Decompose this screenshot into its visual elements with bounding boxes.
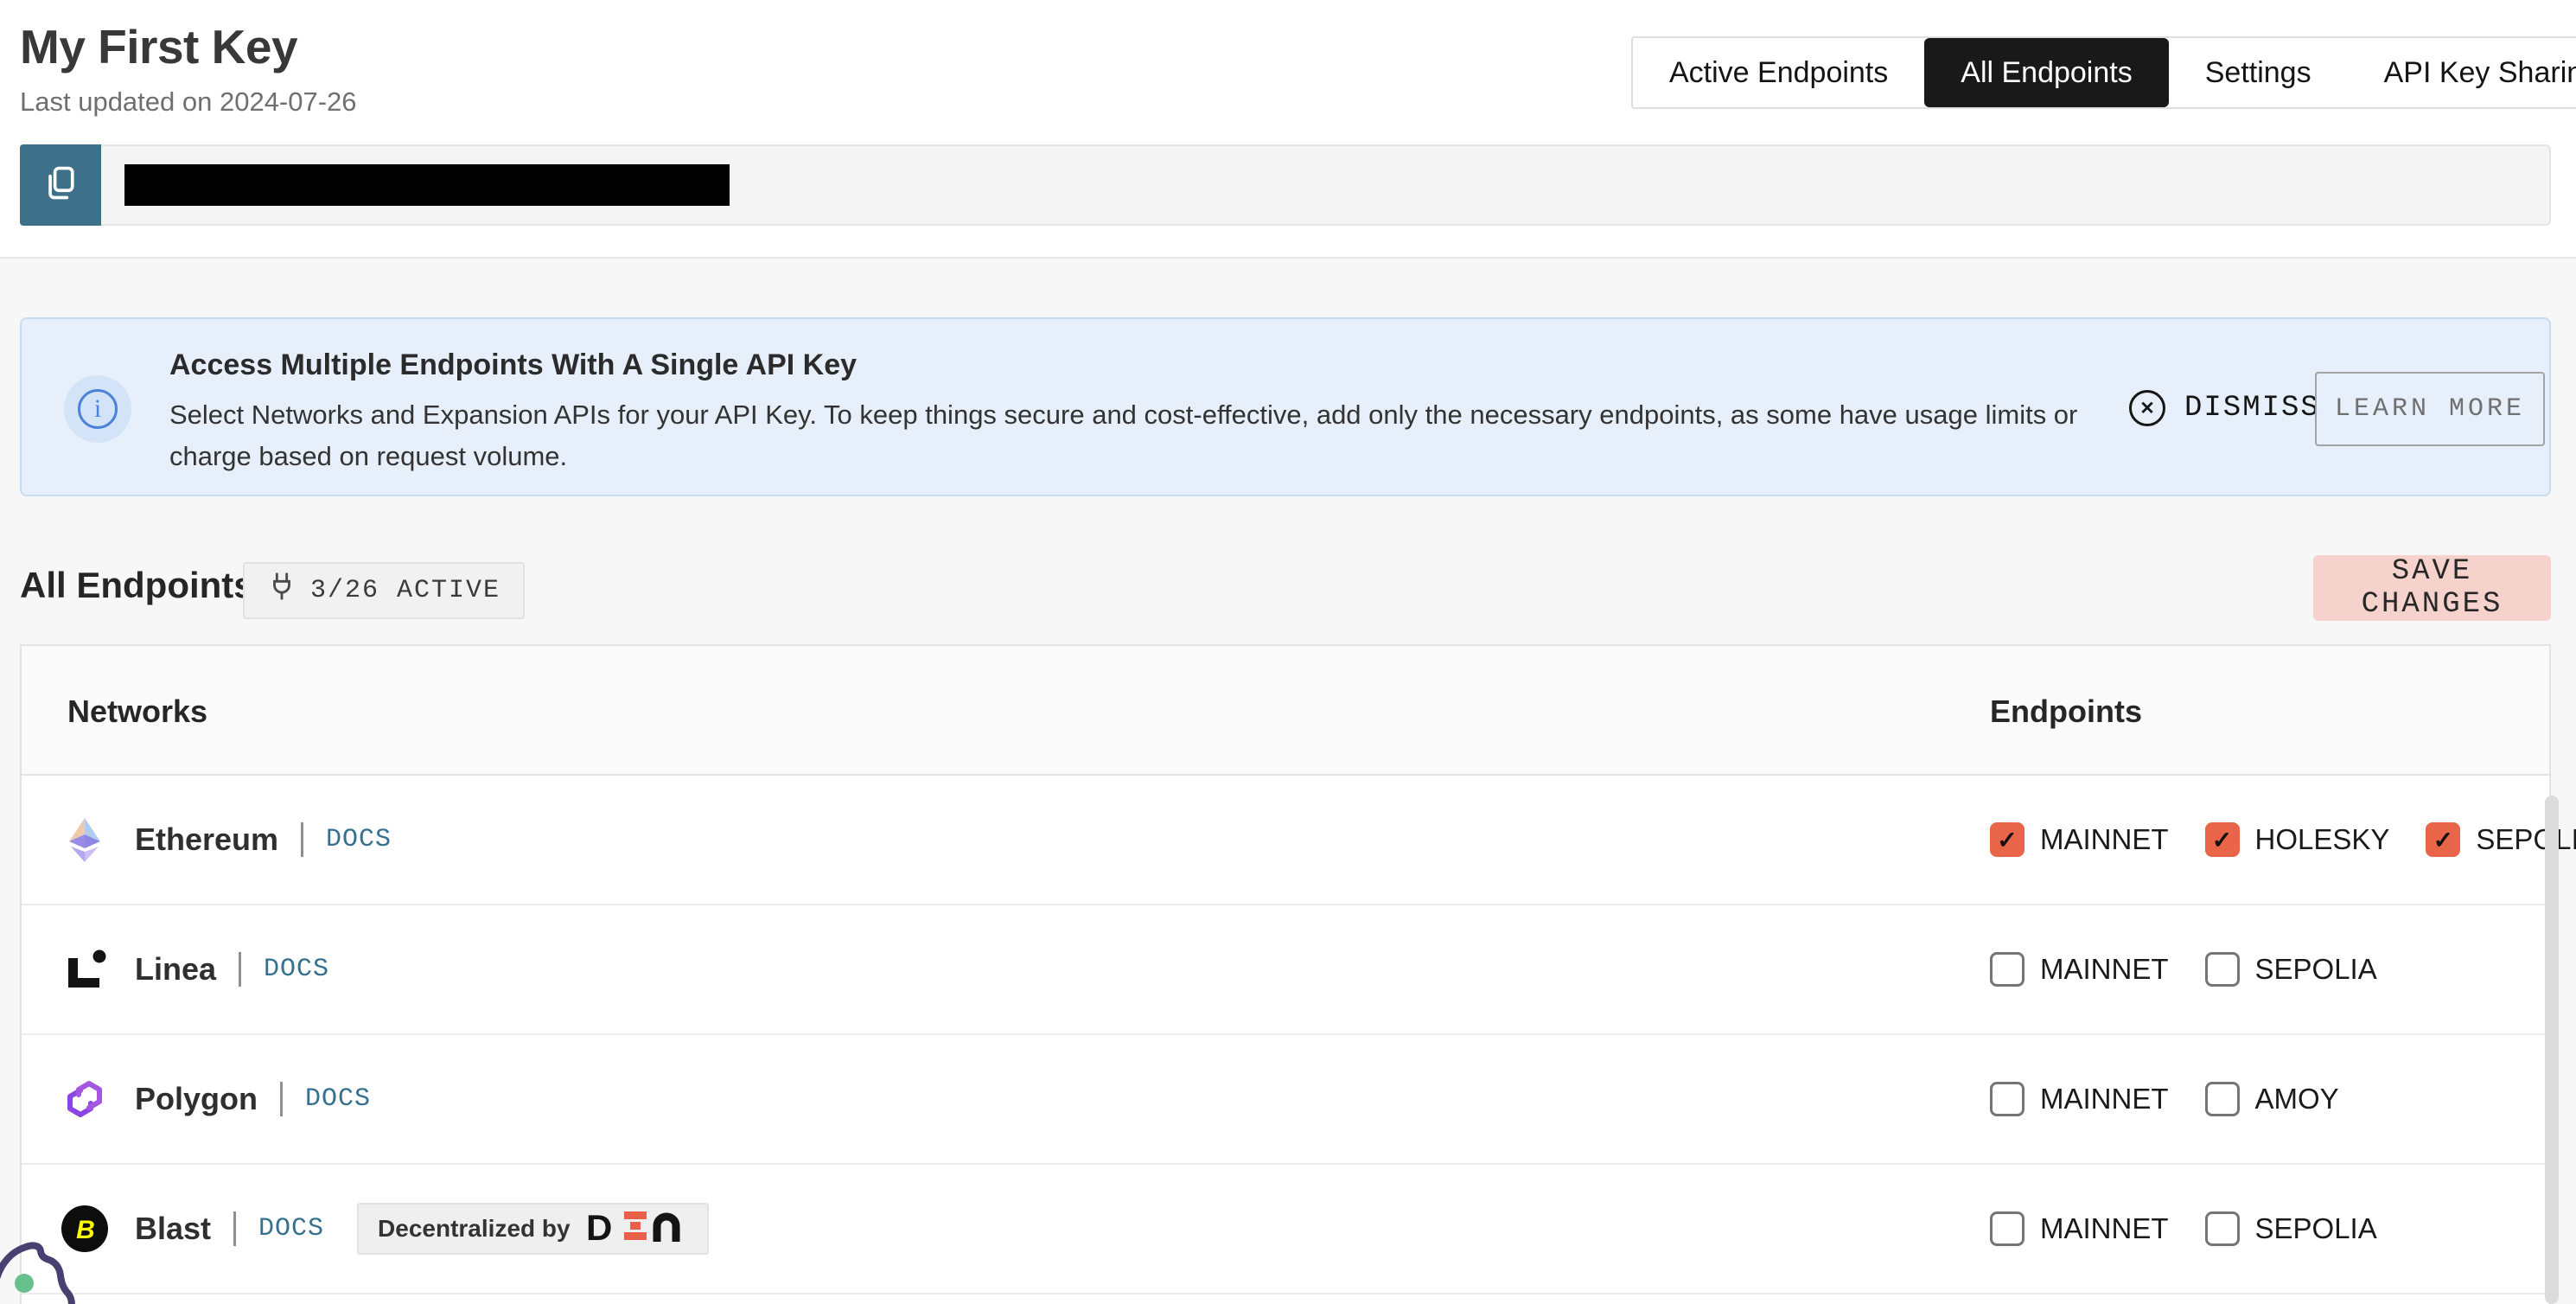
endpoint-label: SEPOLIA [2255, 953, 2377, 986]
endpoint-option-blast-mainnet[interactable]: MAINNET [1990, 1211, 2169, 1246]
checkbox-unchecked[interactable] [2205, 1082, 2240, 1116]
endpoint-option-linea-mainnet[interactable]: MAINNET [1990, 952, 2169, 987]
endpoint-label: MAINNET [2040, 1212, 2169, 1245]
x-circle-icon [2129, 390, 2165, 426]
endpoints-table: Networks Endpoints Ethereum DOCS MAINNET… [20, 644, 2551, 1304]
din-logo: D [586, 1207, 688, 1251]
active-count-label: 3/26 ACTIVE [310, 576, 501, 605]
tab-api-key-sharing[interactable]: API Key Sharing [2348, 38, 2576, 107]
endpoint-label: MAINNET [2040, 1083, 2169, 1115]
api-key-field[interactable] [101, 144, 2551, 226]
polygon-icon [61, 1075, 109, 1123]
docs-link-polygon[interactable]: DOCS [305, 1084, 371, 1114]
docs-link-blast[interactable]: DOCS [258, 1214, 324, 1243]
endpoints-cell-polygon: MAINNET AMOY [1990, 1035, 2339, 1163]
endpoint-option-ethereum-mainnet[interactable]: MAINNET [1990, 822, 2169, 857]
network-name: Polygon [135, 1081, 258, 1117]
learn-more-button[interactable]: LEARN MORE [2315, 372, 2545, 446]
widget-status-dot [15, 1274, 34, 1293]
endpoints-cell-ethereum: MAINNET HOLESKY SEPOLIA [1990, 776, 2576, 904]
checkbox-unchecked[interactable] [2205, 952, 2240, 987]
endpoints-cell-linea: MAINNET SEPOLIA [1990, 905, 2377, 1033]
banner-title: Access Multiple Endpoints With A Single … [169, 348, 2140, 382]
banner-body: Select Networks and Expansion APIs for y… [169, 394, 2140, 477]
endpoint-label: AMOY [2255, 1083, 2339, 1115]
separator [239, 952, 241, 987]
endpoint-option-ethereum-holesky[interactable]: HOLESKY [2205, 822, 2390, 857]
page-title: My First Key [20, 19, 357, 74]
copy-icon [41, 164, 80, 207]
docs-link-ethereum[interactable]: DOCS [326, 825, 392, 854]
info-banner: Access Multiple Endpoints With A Single … [20, 317, 2551, 496]
checkbox-unchecked[interactable] [1990, 952, 2024, 987]
tab-all-endpoints[interactable]: All Endpoints [1924, 38, 2168, 107]
api-key-redacted-value [124, 164, 730, 206]
network-name: Ethereum [135, 821, 278, 858]
dismiss-label: DISMISS [2184, 392, 2320, 425]
endpoint-option-linea-sepolia[interactable]: SEPOLIA [2205, 952, 2377, 987]
endpoint-label: SEPOLIA [2255, 1212, 2377, 1245]
widget-outline [0, 1245, 72, 1304]
active-count-badge: 3/26 ACTIVE [243, 562, 525, 619]
table-row-blast: B Blast DOCS Decentralized by D MAINNETS… [22, 1165, 2549, 1294]
page-header: My First Key Last updated on 2024-07-26 [20, 19, 357, 118]
section-heading: All Endpoints [20, 565, 254, 606]
endpoint-label: HOLESKY [2255, 823, 2390, 856]
checkbox-unchecked[interactable] [1990, 1082, 2024, 1116]
info-circle-icon [64, 375, 131, 443]
column-header-endpoints: Endpoints [1990, 694, 2142, 730]
tab-active-endpoints[interactable]: Active Endpoints [1633, 38, 1924, 107]
partner-badge-text: Decentralized by [378, 1215, 571, 1243]
endpoint-option-polygon-mainnet[interactable]: MAINNET [1990, 1082, 2169, 1116]
table-row-linea: Linea DOCS MAINNET SEPOLIA [22, 905, 2549, 1035]
network-name: Linea [135, 951, 216, 988]
checkbox-checked[interactable] [2205, 822, 2240, 857]
endpoint-label: MAINNET [2040, 823, 2169, 856]
separator [233, 1211, 236, 1246]
api-key-bar [20, 144, 2551, 226]
column-header-networks: Networks [67, 694, 207, 730]
endpoint-tabs: Active Endpoints All Endpoints Settings … [1631, 36, 2576, 109]
separator [280, 1082, 283, 1116]
last-updated-text: Last updated on 2024-07-26 [20, 86, 357, 118]
tab-settings[interactable]: Settings [2169, 38, 2348, 107]
plug-icon [267, 572, 296, 610]
chat-widget-partial[interactable] [0, 1196, 147, 1304]
linea-icon [61, 945, 109, 994]
checkbox-checked[interactable] [2426, 822, 2460, 857]
endpoint-label: SEPOLIA [2476, 823, 2576, 856]
decentralized-by-din-badge: Decentralized by D [357, 1203, 709, 1255]
save-changes-button[interactable]: SAVE CHANGES [2313, 555, 2551, 621]
copy-api-key-button[interactable] [20, 144, 101, 226]
vertical-scrollbar-thumb[interactable] [2545, 796, 2559, 1304]
banner-text-block: Access Multiple Endpoints With A Single … [169, 348, 2140, 477]
dismiss-button[interactable]: DISMISS [2129, 390, 2320, 426]
endpoint-option-polygon-amoy[interactable]: AMOY [2205, 1082, 2339, 1116]
checkbox-unchecked[interactable] [1990, 1211, 2024, 1246]
separator [301, 822, 303, 857]
checkbox-unchecked[interactable] [2205, 1211, 2240, 1246]
header-divider [0, 257, 2576, 259]
endpoint-option-blast-sepolia[interactable]: SEPOLIA [2205, 1211, 2377, 1246]
table-row-ethereum: Ethereum DOCS MAINNETHOLESKYSEPOLIA [22, 776, 2549, 905]
ethereum-icon [61, 815, 109, 864]
svg-text:D: D [586, 1207, 612, 1247]
docs-link-linea[interactable]: DOCS [264, 955, 329, 984]
table-row-polygon: Polygon DOCS MAINNET AMOY [22, 1035, 2549, 1165]
endpoints-cell-blast: MAINNET SEPOLIA [1990, 1165, 2377, 1293]
checkbox-checked[interactable] [1990, 822, 2024, 857]
endpoint-label: MAINNET [2040, 953, 2169, 986]
table-header-row: Networks Endpoints [22, 646, 2549, 776]
